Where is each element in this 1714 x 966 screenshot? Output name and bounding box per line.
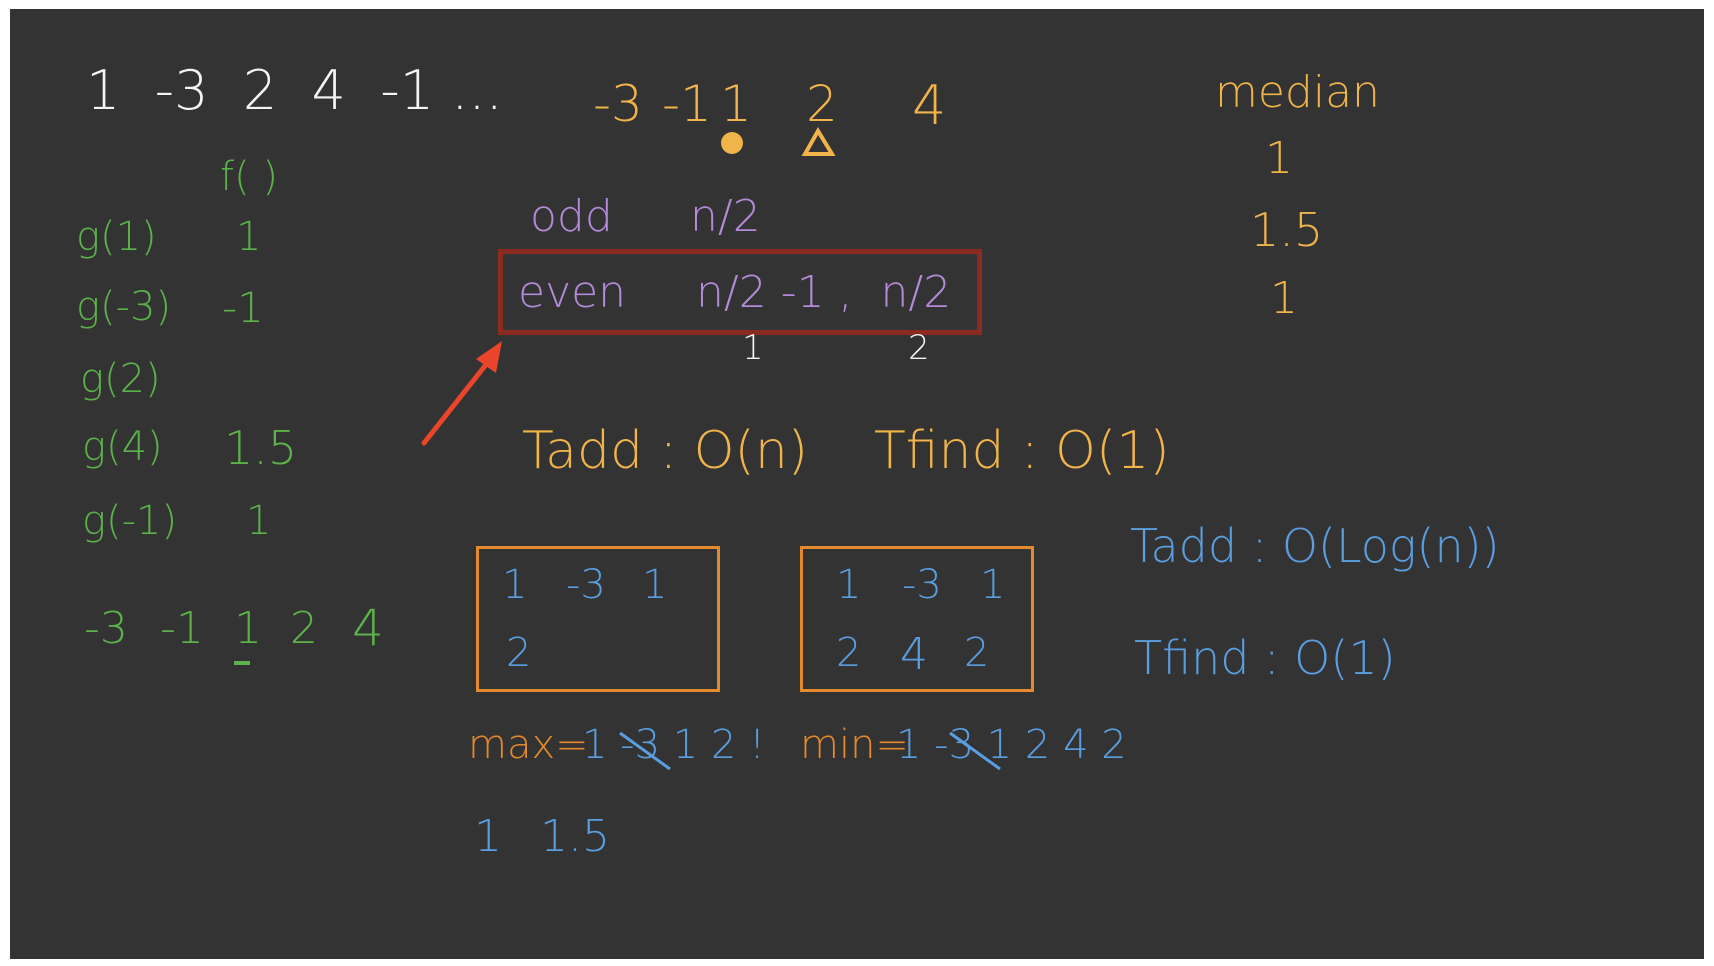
triangle-marker-icon: [801, 127, 836, 156]
arrow-head-icon: [476, 341, 502, 373]
whiteboard: 1 -3 2 4 -1 ... -3 -1 1 2 4 median 1 1.5…: [10, 9, 1704, 959]
arrow-shaft: [421, 354, 495, 446]
strike-mark: [949, 731, 1001, 771]
strike-mark: [619, 731, 671, 771]
circle-marker-icon: [721, 132, 743, 154]
annotation-marks: [234, 127, 1001, 771]
